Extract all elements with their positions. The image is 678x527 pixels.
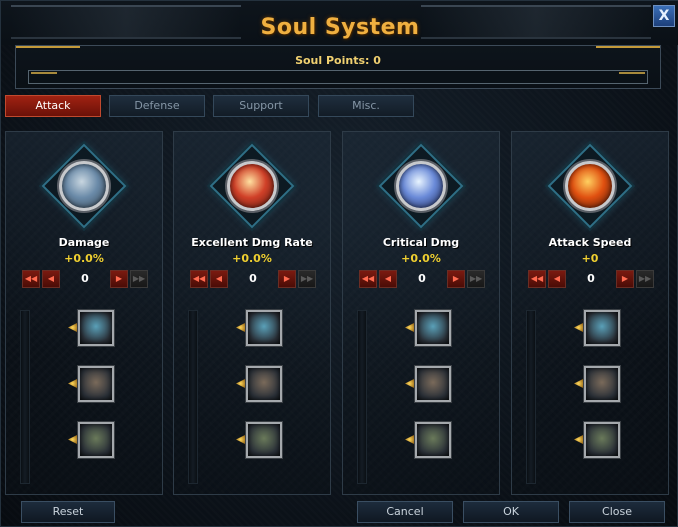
red-scythe-icon[interactable] <box>584 422 620 458</box>
skill-value: +0.0% <box>232 252 272 265</box>
claw-grip-icon[interactable] <box>78 422 114 458</box>
skill-side-bar <box>20 310 30 484</box>
increase-button[interactable]: ▶ <box>447 270 465 288</box>
dark-knight-icon[interactable] <box>584 310 620 346</box>
skill-level-controls: ◀◀ ◀ 0 ▶ ▶▶ <box>22 270 148 288</box>
green-mask-icon[interactable] <box>415 366 451 402</box>
decrease-max-button[interactable]: ◀◀ <box>359 270 377 288</box>
skill-orb-frame <box>40 142 128 230</box>
skill-level-count: 0 <box>249 272 257 285</box>
blue-spiral-icon[interactable] <box>584 366 620 402</box>
skill-orb-frame <box>208 142 296 230</box>
skill-name: Attack Speed <box>548 236 632 249</box>
armored-head-icon[interactable] <box>246 422 282 458</box>
skill-level-count: 0 <box>587 272 595 285</box>
skill-side-bar <box>188 310 198 484</box>
sub-skill-arrow-icon <box>68 435 77 444</box>
soul-points-frame: Soul Points: 0 <box>15 45 661 89</box>
sub-skill-arrow-icon <box>236 435 245 444</box>
tab-attack[interactable]: Attack <box>5 95 101 117</box>
decrease-button[interactable]: ◀ <box>210 270 228 288</box>
decrease-max-button[interactable]: ◀◀ <box>528 270 546 288</box>
close-window-button[interactable]: X <box>653 5 675 27</box>
pale-claw-icon[interactable] <box>246 310 282 346</box>
tab-defense[interactable]: Defense <box>109 95 205 117</box>
increase-max-button[interactable]: ▶▶ <box>636 270 654 288</box>
crossed-claws-icon[interactable] <box>415 310 451 346</box>
increase-button[interactable]: ▶ <box>110 270 128 288</box>
skill-panel: Critical Dmg +0.0% ◀◀ ◀ 0 ▶ ▶▶ <box>342 131 500 495</box>
reset-button[interactable]: Reset <box>21 501 115 523</box>
sub-skill-arrow-icon <box>574 379 583 388</box>
skill-orb-frame <box>377 142 465 230</box>
soul-points-value: 0 <box>373 54 381 67</box>
soul-system-window: Soul System X Soul Points: 0 Attack Defe… <box>0 0 678 527</box>
skill-orb-frame <box>546 142 634 230</box>
close-button[interactable]: Close <box>569 501 665 523</box>
gold-trim-left <box>16 46 80 48</box>
skill-level-controls: ◀◀ ◀ 0 ▶ ▶▶ <box>190 270 316 288</box>
tab-support[interactable]: Support <box>213 95 309 117</box>
soul-points-label: Soul Points: 0 <box>16 54 660 67</box>
lightning-blade-icon[interactable] <box>396 161 446 211</box>
increase-max-button[interactable]: ▶▶ <box>467 270 485 288</box>
increase-max-button[interactable]: ▶▶ <box>130 270 148 288</box>
skill-level-controls: ◀◀ ◀ 0 ▶ ▶▶ <box>359 270 485 288</box>
sub-skill-arrow-icon <box>574 323 583 332</box>
skill-panel: Attack Speed +0 ◀◀ ◀ 0 ▶ ▶▶ <box>511 131 669 495</box>
bar-cap-left <box>31 72 57 74</box>
soul-points-bar <box>28 70 648 84</box>
decrease-button[interactable]: ◀ <box>548 270 566 288</box>
skill-side-bar <box>357 310 367 484</box>
window-title: Soul System <box>260 15 420 40</box>
decrease-button[interactable]: ◀ <box>42 270 60 288</box>
skill-side-bar <box>526 310 536 484</box>
sub-skill-arrow-icon <box>405 435 414 444</box>
soul-points-caption: Soul Points: <box>295 54 370 67</box>
ok-button[interactable]: OK <box>463 501 559 523</box>
skill-name: Excellent Dmg Rate <box>191 236 313 249</box>
winged-gauntlet-icon[interactable] <box>59 161 109 211</box>
skill-value: +0 <box>581 252 599 265</box>
skill-level-count: 0 <box>81 272 89 285</box>
skill-name: Critical Dmg <box>382 236 460 249</box>
sub-skill-arrow-icon <box>236 379 245 388</box>
increase-max-button[interactable]: ▶▶ <box>298 270 316 288</box>
title-bar: Soul System <box>1 1 678 45</box>
skill-value: +0.0% <box>64 252 104 265</box>
flame-fist-icon[interactable] <box>227 161 277 211</box>
skill-panel: Excellent Dmg Rate +0.0% ◀◀ ◀ 0 ▶ ▶▶ <box>173 131 331 495</box>
gold-trim-right <box>596 46 660 48</box>
sub-skill-arrow-icon <box>405 379 414 388</box>
increase-button[interactable]: ▶ <box>278 270 296 288</box>
fire-burst-icon[interactable] <box>565 161 615 211</box>
cancel-button[interactable]: Cancel <box>357 501 453 523</box>
bar-cap-right <box>619 72 645 74</box>
skill-name: Damage <box>58 236 110 249</box>
tab-misc[interactable]: Misc. <box>318 95 414 117</box>
stone-beast-icon[interactable] <box>415 422 451 458</box>
sub-skill-arrow-icon <box>405 323 414 332</box>
increase-button[interactable]: ▶ <box>616 270 634 288</box>
blue-fist-icon[interactable] <box>78 366 114 402</box>
sub-skill-arrow-icon <box>574 435 583 444</box>
skill-level-controls: ◀◀ ◀ 0 ▶ ▶▶ <box>528 270 654 288</box>
sub-skill-arrow-icon <box>68 323 77 332</box>
feather-slash-icon[interactable] <box>246 366 282 402</box>
sub-skill-arrow-icon <box>68 379 77 388</box>
sub-skill-arrow-icon <box>236 323 245 332</box>
decrease-button[interactable]: ◀ <box>379 270 397 288</box>
skill-panel: Damage +0.0% ◀◀ ◀ 0 ▶ ▶▶ <box>5 131 163 495</box>
skill-value: +0.0% <box>401 252 441 265</box>
skill-level-count: 0 <box>418 272 426 285</box>
blue-cross-icon[interactable] <box>78 310 114 346</box>
decrease-max-button[interactable]: ◀◀ <box>190 270 208 288</box>
decrease-max-button[interactable]: ◀◀ <box>22 270 40 288</box>
